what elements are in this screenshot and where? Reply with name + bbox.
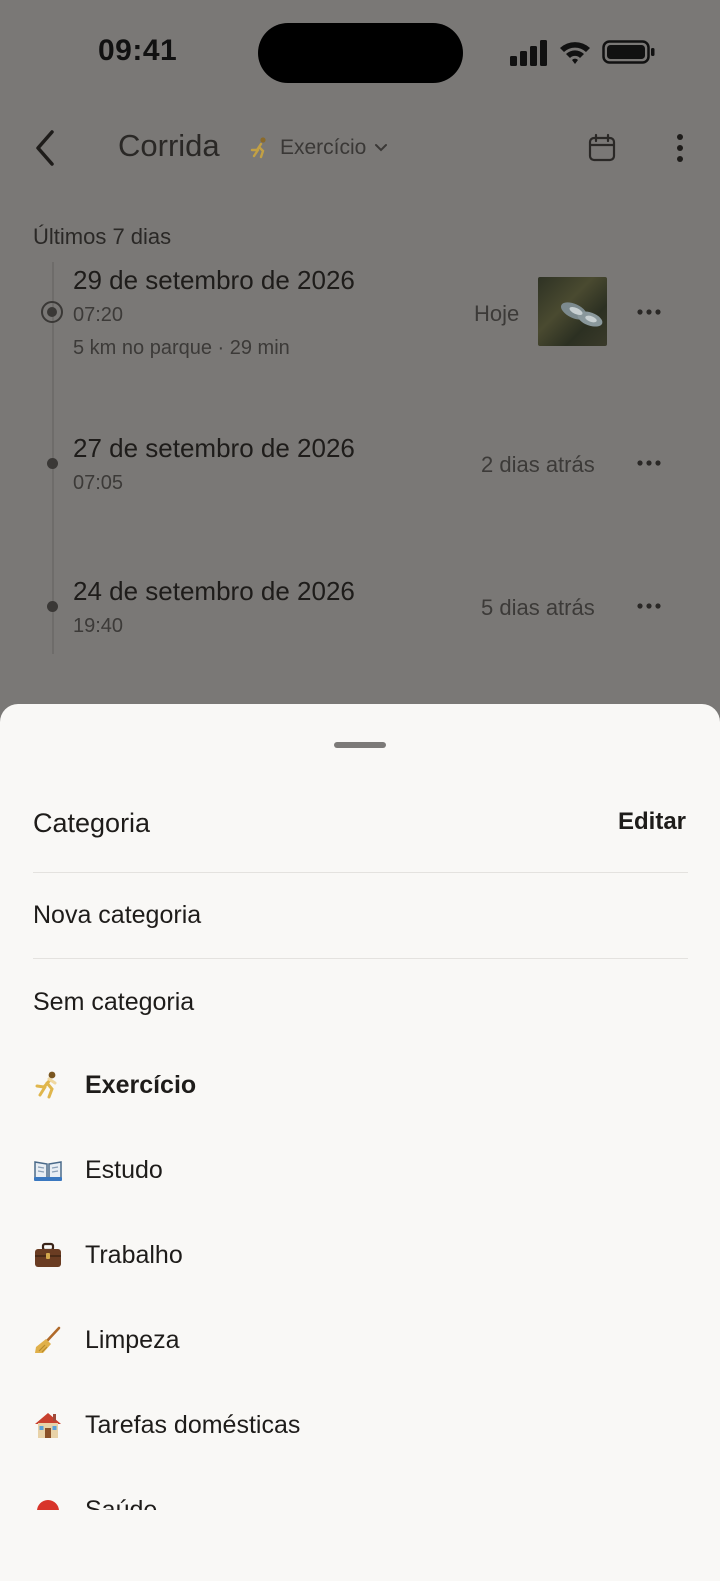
- entry-relative-date: Hoje: [474, 301, 520, 326]
- wifi-icon: [560, 42, 590, 64]
- entry-note: 5 km no parque · 29 min: [73, 337, 290, 359]
- battery-icon: [602, 40, 655, 64]
- category-dropdown[interactable]: Exercício: [248, 136, 388, 160]
- broom-icon: [35, 1326, 61, 1353]
- timeline-current-marker: [41, 301, 63, 323]
- category-item-limpeza[interactable]: Limpeza: [33, 1325, 180, 1355]
- entry-date: 29 de setembro de 2026: [73, 265, 355, 295]
- category-item-estudo[interactable]: Estudo: [33, 1155, 163, 1185]
- chevron-down-icon: [375, 144, 388, 152]
- more-vertical-icon[interactable]: [670, 130, 690, 166]
- running-person-icon: [35, 1071, 57, 1099]
- entry-relative-date: 2 dias atrás: [481, 452, 595, 477]
- no-category-option[interactable]: Sem categoria: [33, 988, 194, 1017]
- shoes-photo: [560, 302, 603, 327]
- entry-date: 27 de setembro de 2026: [73, 433, 355, 463]
- entry-date: 24 de setembro de 2026: [73, 576, 355, 606]
- house-icon: [35, 1413, 61, 1438]
- category-item-label: Exercício: [85, 1070, 197, 1099]
- timeline-marker: [47, 458, 58, 469]
- divider: [33, 958, 688, 959]
- page-title: Corrida: [118, 128, 220, 163]
- divider: [33, 872, 688, 873]
- list-clip-mask: [0, 1510, 720, 1581]
- dynamic-island: [258, 23, 463, 83]
- back-chevron-icon[interactable]: [28, 126, 68, 170]
- category-item-trabalho[interactable]: Trabalho: [33, 1240, 183, 1270]
- running-person-icon: [250, 137, 266, 159]
- entry-more-icon[interactable]: [634, 302, 664, 322]
- cellular-signal-icon: [510, 40, 547, 66]
- category-bottom-sheet: Categoria Editar Nova categoria Sem cate…: [0, 704, 720, 1581]
- category-item-label: Tarefas domésticas: [85, 1410, 301, 1439]
- status-bar: 09:41: [0, 0, 720, 100]
- entry-photo-thumbnail[interactable]: [538, 277, 607, 346]
- category-item-label: Limpeza: [85, 1325, 180, 1354]
- status-time: 09:41: [98, 34, 178, 67]
- section-label: Últimos 7 dias: [33, 224, 172, 249]
- entry-more-icon[interactable]: [634, 453, 664, 473]
- timeline-marker: [47, 601, 58, 612]
- briefcase-icon: [35, 1242, 61, 1267]
- open-book-icon: [34, 1161, 62, 1181]
- category-label: Exercício: [280, 136, 367, 159]
- entry-time: 07:20: [73, 304, 124, 326]
- category-item-label: Estudo: [85, 1155, 163, 1184]
- sheet-drag-handle[interactable]: [334, 742, 386, 748]
- entry-time: 19:40: [73, 615, 124, 637]
- category-item-label: Trabalho: [85, 1240, 183, 1269]
- category-item-exercicio[interactable]: Exercício: [33, 1070, 196, 1100]
- entry-time: 07:05: [73, 472, 124, 494]
- sheet-title: Categoria: [33, 808, 151, 838]
- entry-more-icon[interactable]: [634, 596, 664, 616]
- entry-relative-date: 5 dias atrás: [481, 595, 595, 620]
- category-item-tarefas-domesticas[interactable]: Tarefas domésticas: [33, 1410, 300, 1440]
- new-category-button[interactable]: Nova categoria: [33, 901, 201, 930]
- calendar-icon[interactable]: [586, 132, 618, 164]
- edit-button[interactable]: Editar: [618, 808, 686, 836]
